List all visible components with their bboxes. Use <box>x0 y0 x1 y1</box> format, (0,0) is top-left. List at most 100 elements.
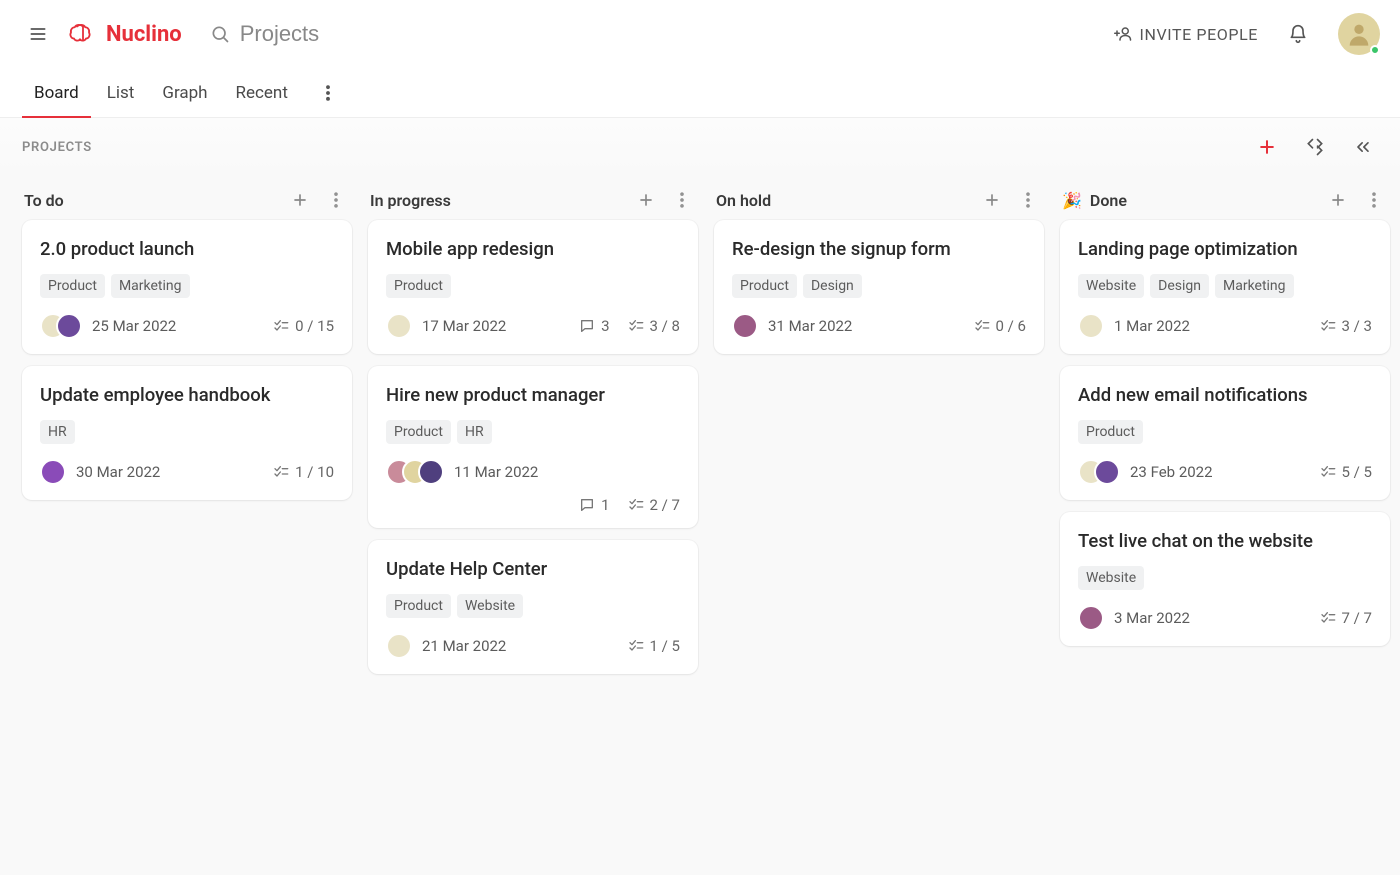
invite-icon <box>1114 25 1132 43</box>
search-icon <box>210 24 230 44</box>
column-more-button[interactable] <box>668 186 696 214</box>
menu-icon <box>28 24 48 44</box>
view-tabs: Board List Graph Recent <box>0 68 1400 118</box>
avatar <box>732 313 758 339</box>
column-more-button[interactable] <box>1360 186 1388 214</box>
tabs-more-button[interactable] <box>310 75 346 111</box>
avatar <box>1078 313 1104 339</box>
card-meta: 25 Mar 2022 0 / 15 <box>40 312 334 340</box>
column-more-button[interactable] <box>1014 186 1042 214</box>
card-date: 3 Mar 2022 <box>1114 609 1190 627</box>
tab-graph[interactable]: Graph <box>162 68 207 117</box>
tag-row: HR <box>40 420 334 444</box>
card[interactable]: Update Help CenterProductWebsite21 Mar 2… <box>368 540 698 674</box>
column-add-button[interactable] <box>1324 186 1352 214</box>
column-add-button[interactable] <box>978 186 1006 214</box>
checklist-count: 2 / 7 <box>628 496 681 514</box>
tab-list[interactable]: List <box>107 68 135 117</box>
column-header: To do <box>22 180 352 220</box>
column-title: On hold <box>716 191 771 210</box>
card[interactable]: Update employee handbookHR30 Mar 20221 /… <box>22 366 352 500</box>
checklist-count: 5 / 5 <box>1320 463 1373 481</box>
checklist-icon <box>628 318 644 334</box>
add-column-button[interactable] <box>1252 132 1282 162</box>
card-meta: 30 Mar 2022 1 / 10 <box>40 458 334 486</box>
search-wrap[interactable] <box>210 21 440 47</box>
card[interactable]: Landing page optimizationWebsiteDesignMa… <box>1060 220 1390 354</box>
checklist-icon <box>628 497 644 513</box>
notifications-button[interactable] <box>1280 16 1316 52</box>
tag: Product <box>386 594 451 618</box>
column-title: To do <box>24 191 64 210</box>
tab-recent[interactable]: Recent <box>236 68 288 117</box>
card-meta: 11 Mar 2022 <box>386 458 680 486</box>
more-vertical-icon <box>318 83 338 103</box>
checklist-icon <box>273 464 289 480</box>
tag: Marketing <box>111 274 190 298</box>
card-title: Re-design the signup form <box>732 238 1026 260</box>
board: To do 2.0 product launchProductMarketing2… <box>0 172 1400 875</box>
tag-row: ProductHR <box>386 420 680 444</box>
tag: Product <box>40 274 105 298</box>
column-title: In progress <box>370 191 451 210</box>
board-subheader: PROJECTS <box>0 118 1400 172</box>
chevrons-left-icon <box>1353 137 1373 157</box>
checklist-count: 0 / 15 <box>273 317 334 335</box>
checklist-count: 1 / 5 <box>628 637 681 655</box>
card-title: Update Help Center <box>386 558 680 580</box>
card-meta: 23 Feb 20225 / 5 <box>1078 458 1372 486</box>
checklist-icon <box>628 638 644 654</box>
card-date: 31 Mar 2022 <box>768 317 852 335</box>
tag-row: ProductDesign <box>732 274 1026 298</box>
search-input[interactable] <box>240 21 440 47</box>
card-meta: 17 Mar 202233 / 8 <box>386 312 680 340</box>
checklist-count: 7 / 7 <box>1320 609 1373 627</box>
card-date: 25 Mar 2022 <box>92 317 176 335</box>
card-meta-extra: 12 / 7 <box>386 496 680 514</box>
checklist-icon <box>1320 318 1336 334</box>
brand-name: Nuclino <box>106 22 182 47</box>
column-more-button[interactable] <box>322 186 350 214</box>
assignee-avatars <box>40 313 82 339</box>
card[interactable]: Add new email notificationsProduct23 Feb… <box>1060 366 1390 500</box>
column-emoji: 🎉 <box>1062 191 1082 210</box>
checklist-count: 1 / 10 <box>273 463 334 481</box>
card[interactable]: 2.0 product launchProductMarketing25 Mar… <box>22 220 352 354</box>
checklist-icon <box>974 318 990 334</box>
card-date: 21 Mar 2022 <box>422 637 506 655</box>
assignee-avatars <box>1078 459 1120 485</box>
brand-logo[interactable]: Nuclino <box>68 22 182 47</box>
hide-panel-button[interactable] <box>1348 132 1378 162</box>
tag-row: Website <box>1078 566 1372 590</box>
checklist-count: 3 / 8 <box>628 317 681 335</box>
card[interactable]: Hire new product managerProductHR11 Mar … <box>368 366 698 528</box>
tag: Website <box>1078 566 1144 590</box>
assignee-avatars <box>40 459 66 485</box>
menu-button[interactable] <box>20 16 56 52</box>
checklist-icon <box>1320 610 1336 626</box>
card[interactable]: Mobile app redesignProduct17 Mar 202233 … <box>368 220 698 354</box>
presence-indicator <box>1370 45 1380 55</box>
column-add-button[interactable] <box>632 186 660 214</box>
card-meta: 31 Mar 20220 / 6 <box>732 312 1026 340</box>
tag: Website <box>1078 274 1144 298</box>
assignee-avatars <box>386 633 412 659</box>
plus-icon <box>1257 137 1277 157</box>
assignee-avatars <box>386 459 444 485</box>
column-header: On hold <box>714 180 1044 220</box>
card[interactable]: Re-design the signup form ProductDesign 31… <box>714 220 1044 354</box>
tag: Design <box>1150 274 1209 298</box>
collapse-button[interactable] <box>1300 132 1330 162</box>
card[interactable]: Test live chat on the websiteWebsite3 Ma… <box>1060 512 1390 646</box>
avatar <box>56 313 82 339</box>
card-date: 30 Mar 2022 <box>76 463 160 481</box>
user-avatar[interactable] <box>1338 13 1380 55</box>
brain-icon <box>68 22 98 46</box>
tag-row: WebsiteDesignMarketing <box>1078 274 1372 298</box>
checklist-count: 3 / 3 <box>1320 317 1373 335</box>
tab-board[interactable]: Board <box>34 68 79 117</box>
column-add-button[interactable] <box>286 186 314 214</box>
comment-count: 3 <box>579 317 609 335</box>
invite-people-button[interactable]: INVITE PEOPLE <box>1114 25 1259 44</box>
column: In progress Mobile app redesignProduct17 … <box>368 180 698 865</box>
